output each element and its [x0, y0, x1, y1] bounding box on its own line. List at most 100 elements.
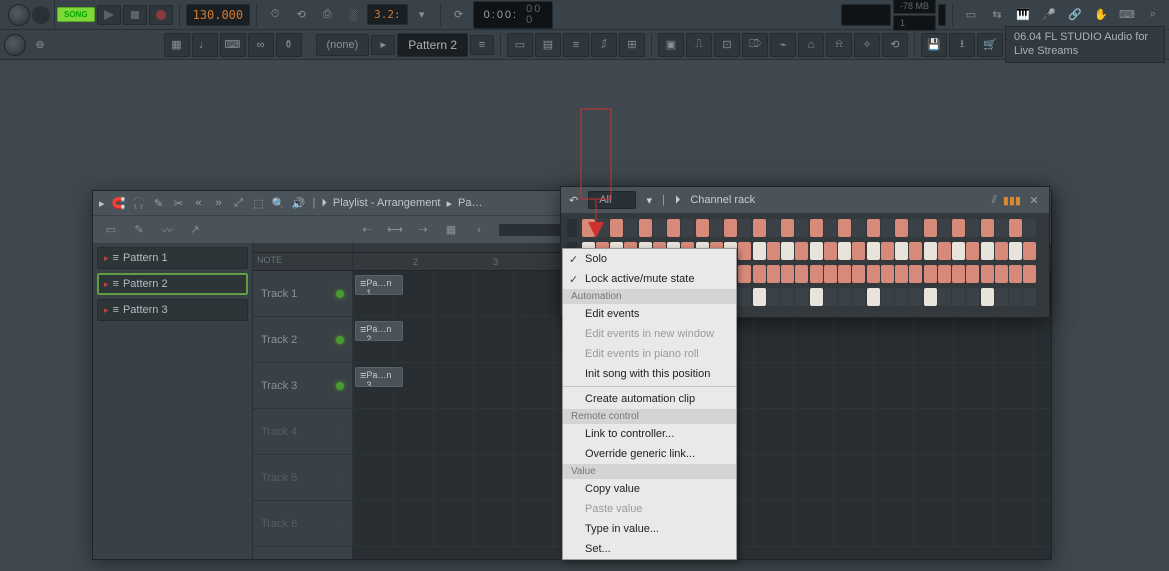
step-button[interactable] [895, 265, 908, 283]
midi-activity-icon[interactable]: ▭ [959, 5, 983, 25]
step-button[interactable] [810, 288, 823, 306]
step-button[interactable] [824, 242, 837, 260]
step-mode-icon[interactable]: ░ [341, 5, 365, 25]
playlist-button[interactable]: ▭ [507, 33, 533, 57]
master-pitch-knob[interactable] [4, 34, 26, 56]
step-button[interactable] [924, 288, 937, 306]
step-button[interactable] [981, 288, 994, 306]
step-button[interactable] [1023, 242, 1036, 260]
step-button[interactable] [909, 288, 922, 306]
countdown-icon[interactable]: ⟲ [289, 5, 313, 25]
context-menu-solo[interactable]: Solo [563, 249, 736, 269]
step-button[interactable] [795, 265, 808, 283]
snap-nudge-right-icon[interactable]: ⇢ [411, 220, 435, 240]
step-button[interactable] [995, 288, 1008, 306]
step-button[interactable] [938, 265, 951, 283]
step-button[interactable] [867, 219, 880, 237]
step-button[interactable] [838, 242, 851, 260]
step-button[interactable] [753, 288, 766, 306]
stop-button[interactable] [123, 5, 147, 25]
pattern-item-2[interactable]: ▸≡Pattern 2 [97, 273, 248, 295]
piano-button[interactable]: ♩ [192, 33, 218, 57]
context-menu-copy-value[interactable]: Copy value [563, 479, 736, 499]
metronome-icon[interactable]: ▾ [410, 5, 434, 25]
step-button[interactable] [781, 288, 794, 306]
step-button[interactable] [767, 219, 780, 237]
pattern-item-3[interactable]: ▸≡Pattern 3 [97, 299, 248, 321]
context-menu-override-generic-link[interactable]: Override generic link... [563, 444, 736, 464]
time-signature-display[interactable]: 3.2: [367, 4, 408, 25]
time-display[interactable]: 0:00: 00 0 [473, 1, 554, 29]
step-button[interactable] [909, 219, 922, 237]
step-button[interactable] [952, 265, 965, 283]
channel-select-pad[interactable] [567, 219, 577, 237]
step-button[interactable] [824, 219, 837, 237]
wand-icon[interactable]: ✎ [151, 197, 167, 210]
step-button[interactable] [938, 288, 951, 306]
record-button[interactable] [149, 5, 173, 25]
step-button[interactable] [852, 242, 865, 260]
close-icon[interactable]: ✕ [1027, 194, 1041, 207]
play-small-icon[interactable]: ⏵ [321, 197, 327, 210]
wait-input-icon[interactable]: ⎙ [315, 5, 339, 25]
save-button[interactable]: 💾 [921, 33, 947, 57]
step-button[interactable] [995, 265, 1008, 283]
tool-1-icon[interactable]: ▣ [658, 33, 684, 57]
step-button[interactable] [1009, 265, 1022, 283]
step-button[interactable] [952, 288, 965, 306]
step-button[interactable] [867, 288, 880, 306]
step-button[interactable] [966, 288, 979, 306]
mixer-button[interactable]: ⎎ [591, 33, 617, 57]
browser-button[interactable]: ⊞ [619, 33, 645, 57]
draw-tool-icon[interactable]: ▭ [99, 220, 123, 240]
step-button[interactable] [1009, 219, 1022, 237]
step-button[interactable] [995, 219, 1008, 237]
loop-record-icon[interactable]: ⟳ [447, 5, 471, 25]
slice-tool-icon[interactable]: 〰 [155, 220, 179, 240]
step-button[interactable] [795, 242, 808, 260]
step-button[interactable] [981, 265, 994, 283]
step-button[interactable] [924, 265, 937, 283]
context-menu-init-song-with-this-position[interactable]: Init song with this position [563, 364, 736, 384]
step-button[interactable] [781, 219, 794, 237]
pattern-clip[interactable]: ≡ Pa…n 1 [355, 275, 403, 295]
step-button[interactable] [966, 265, 979, 283]
pattern-selector[interactable]: Pattern 2 [397, 33, 468, 57]
plug-button[interactable]: ⚱ [276, 33, 302, 57]
step-button[interactable] [795, 219, 808, 237]
step-button[interactable] [938, 219, 951, 237]
magnet-icon[interactable]: 🧲 [111, 197, 127, 210]
step-button[interactable] [881, 242, 894, 260]
browser-search-icon[interactable]: ⌕ [1141, 5, 1165, 25]
main-volume-knob[interactable] [8, 4, 30, 26]
step-button[interactable] [810, 242, 823, 260]
step-button[interactable] [952, 219, 965, 237]
play-button[interactable] [97, 5, 121, 25]
step-button[interactable] [924, 242, 937, 260]
snap-nudge-icon[interactable]: ⟷ [383, 220, 407, 240]
type-keyboard-icon[interactable]: ⌨ [1115, 5, 1139, 25]
zoom-icon[interactable]: 🔍 [271, 197, 287, 210]
headphones-icon[interactable]: 🎧 [131, 197, 147, 210]
step-button[interactable] [995, 242, 1008, 260]
tool-8-icon[interactable]: ✧ [854, 33, 880, 57]
step-button[interactable] [710, 219, 723, 237]
step-button[interactable] [724, 219, 737, 237]
switch-icon[interactable]: ⊚ [28, 35, 52, 55]
steps-icon[interactable]: ▮▮▮ [1003, 194, 1021, 207]
tool-6-icon[interactable]: ⌂ [798, 33, 824, 57]
step-button[interactable] [795, 288, 808, 306]
speaker-icon[interactable]: 🔊 [291, 197, 307, 210]
mic-icon[interactable]: 🎤 [1037, 5, 1061, 25]
step-button[interactable] [738, 219, 751, 237]
step-button[interactable] [895, 219, 908, 237]
snap-nudge-left-icon[interactable]: ⇠ [355, 220, 379, 240]
grid-toggle-icon[interactable]: ▦ [439, 220, 463, 240]
time-menu-icon[interactable] [555, 5, 579, 25]
right-icon[interactable]: » [211, 197, 227, 209]
paint-tool-icon[interactable]: ✎ [127, 220, 151, 240]
step-button[interactable] [1023, 265, 1036, 283]
track-header-3[interactable]: Track 3 [253, 363, 352, 409]
pattern-clip[interactable]: ≡ Pa…n 2 [355, 321, 403, 341]
undo-button[interactable]: ⟲ [882, 33, 908, 57]
